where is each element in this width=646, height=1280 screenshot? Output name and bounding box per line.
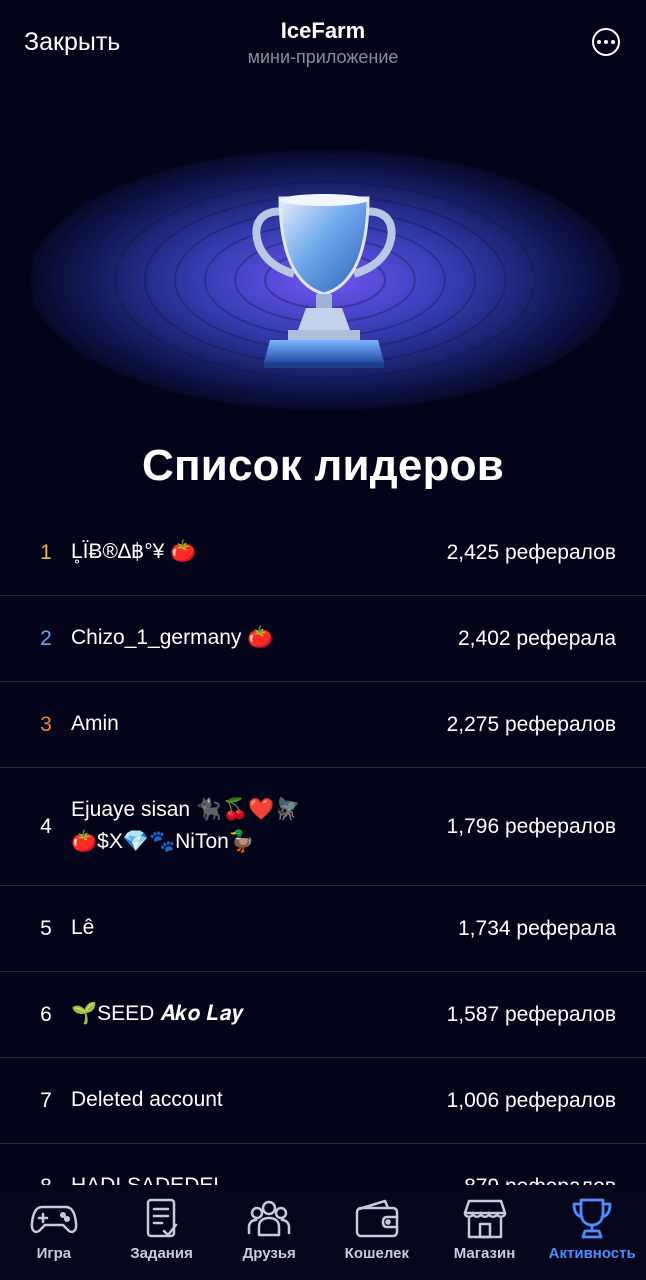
nav-item-wallet[interactable]: Кошелек — [323, 1185, 431, 1280]
player-name: Chizo_1_germany 🍅 — [71, 626, 274, 649]
title-block: IceFarm мини-приложение — [0, 18, 646, 69]
leaderboard-row[interactable]: 6 🌱SEED 𝑨𝒌𝒐 𝑳𝒂𝒚 1,587 рефералов — [0, 972, 646, 1058]
nav-label: Магазин — [453, 1245, 516, 1262]
referral-count: 1,734 реферала — [458, 917, 616, 940]
leaderboard-row[interactable]: 7 Deleted account 1,006 рефералов — [0, 1058, 646, 1144]
player-name: HADI SADEDEL — [71, 1170, 225, 1185]
trophy-icon — [572, 1198, 612, 1239]
nav-item-tasks[interactable]: Задания — [108, 1185, 216, 1280]
nav-label: Друзья — [242, 1245, 296, 1262]
nav-label: Активность — [548, 1245, 636, 1262]
friends-icon — [247, 1200, 291, 1237]
rank-number: 7 — [40, 1089, 52, 1112]
nav-item-game[interactable]: Игра — [0, 1185, 108, 1280]
leaderboard-row[interactable]: 5 Lê 1,734 реферала — [0, 886, 646, 972]
referral-count: 2,275 рефералов — [446, 713, 616, 736]
leaderboard-title: Список лидеров — [142, 441, 504, 490]
rank-number: 1 — [40, 541, 52, 564]
dot-icon — [597, 40, 601, 44]
player-name-line: 🍅$X💎🐾NiTon🦆 — [71, 830, 255, 853]
referral-count: 879 рефералов — [464, 1175, 616, 1185]
bottom-nav: Игра Задания Друзья Кошелек Магазин Акти… — [0, 1185, 646, 1280]
nav-item-activity[interactable]: Активность — [538, 1185, 646, 1280]
hero-banner — [0, 110, 646, 440]
nav-label: Кошелек — [344, 1245, 410, 1262]
referral-count: 1,006 рефералов — [446, 1089, 616, 1112]
player-name: Ejuaye sisan 🐈‍⬛🍒❤️🪰 🍅$X💎🐾NiTon🦆 — [71, 794, 301, 858]
player-name-line: Ejuaye sisan 🐈‍⬛🍒❤️🪰 — [71, 798, 301, 821]
gamepad-icon — [30, 1205, 78, 1234]
player-name: L̥ÏɃ®∆฿°¥ 🍅 — [71, 540, 197, 563]
leaderboard-row[interactable]: 1 L̥ÏɃ®∆฿°¥ 🍅 2,425 рефералов — [0, 510, 646, 596]
dot-icon — [604, 40, 608, 44]
nav-item-friends[interactable]: Друзья — [215, 1185, 323, 1280]
referral-count: 2,402 реферала — [458, 627, 616, 650]
nav-item-shop[interactable]: Магазин — [431, 1185, 539, 1280]
nav-label: Игра — [36, 1245, 72, 1262]
app-subtitle: мини-приложение — [247, 47, 399, 67]
leaderboard-list[interactable]: 1 L̥ÏɃ®∆฿°¥ 🍅 2,425 рефералов 2 Chizo_1_… — [0, 510, 646, 1185]
leaderboard-row[interactable]: 8 HADI SADEDEL 879 рефералов — [0, 1144, 646, 1185]
dot-icon — [611, 40, 615, 44]
player-name: 🌱SEED 𝑨𝒌𝒐 𝑳𝒂𝒚 — [71, 1002, 244, 1025]
shop-icon — [463, 1199, 506, 1239]
app-title: IceFarm — [280, 18, 366, 43]
leaderboard-row[interactable]: 3 Amin 2,275 рефералов — [0, 682, 646, 768]
rank-number: 3 — [40, 713, 52, 736]
rank-number: 4 — [40, 815, 52, 838]
rank-number: 8 — [38, 1175, 54, 1185]
player-name: Lê — [71, 916, 95, 939]
player-name: Amin — [71, 712, 119, 735]
leaderboard-row[interactable]: 2 Chizo_1_germany 🍅 2,402 реферала — [0, 596, 646, 682]
referral-count: 1,587 рефералов — [446, 1003, 616, 1026]
nav-label: Задания — [130, 1245, 193, 1262]
more-options-button[interactable] — [592, 28, 620, 56]
tasks-icon — [146, 1198, 177, 1238]
leaderboard-row[interactable]: 4 Ejuaye sisan 🐈‍⬛🍒❤️🪰 🍅$X💎🐾NiTon🦆 1,796… — [0, 768, 646, 886]
referral-count: 1,796 рефералов — [446, 815, 616, 838]
app-header: Закрыть IceFarm мини-приложение — [0, 0, 646, 90]
trophy-icon — [252, 194, 396, 368]
player-name: Deleted account — [71, 1088, 223, 1111]
rank-number: 2 — [40, 627, 52, 650]
wallet-icon — [355, 1199, 399, 1238]
rank-number: 6 — [40, 1003, 52, 1026]
rank-number: 5 — [40, 917, 52, 940]
referral-count: 2,425 рефералов — [446, 541, 616, 564]
